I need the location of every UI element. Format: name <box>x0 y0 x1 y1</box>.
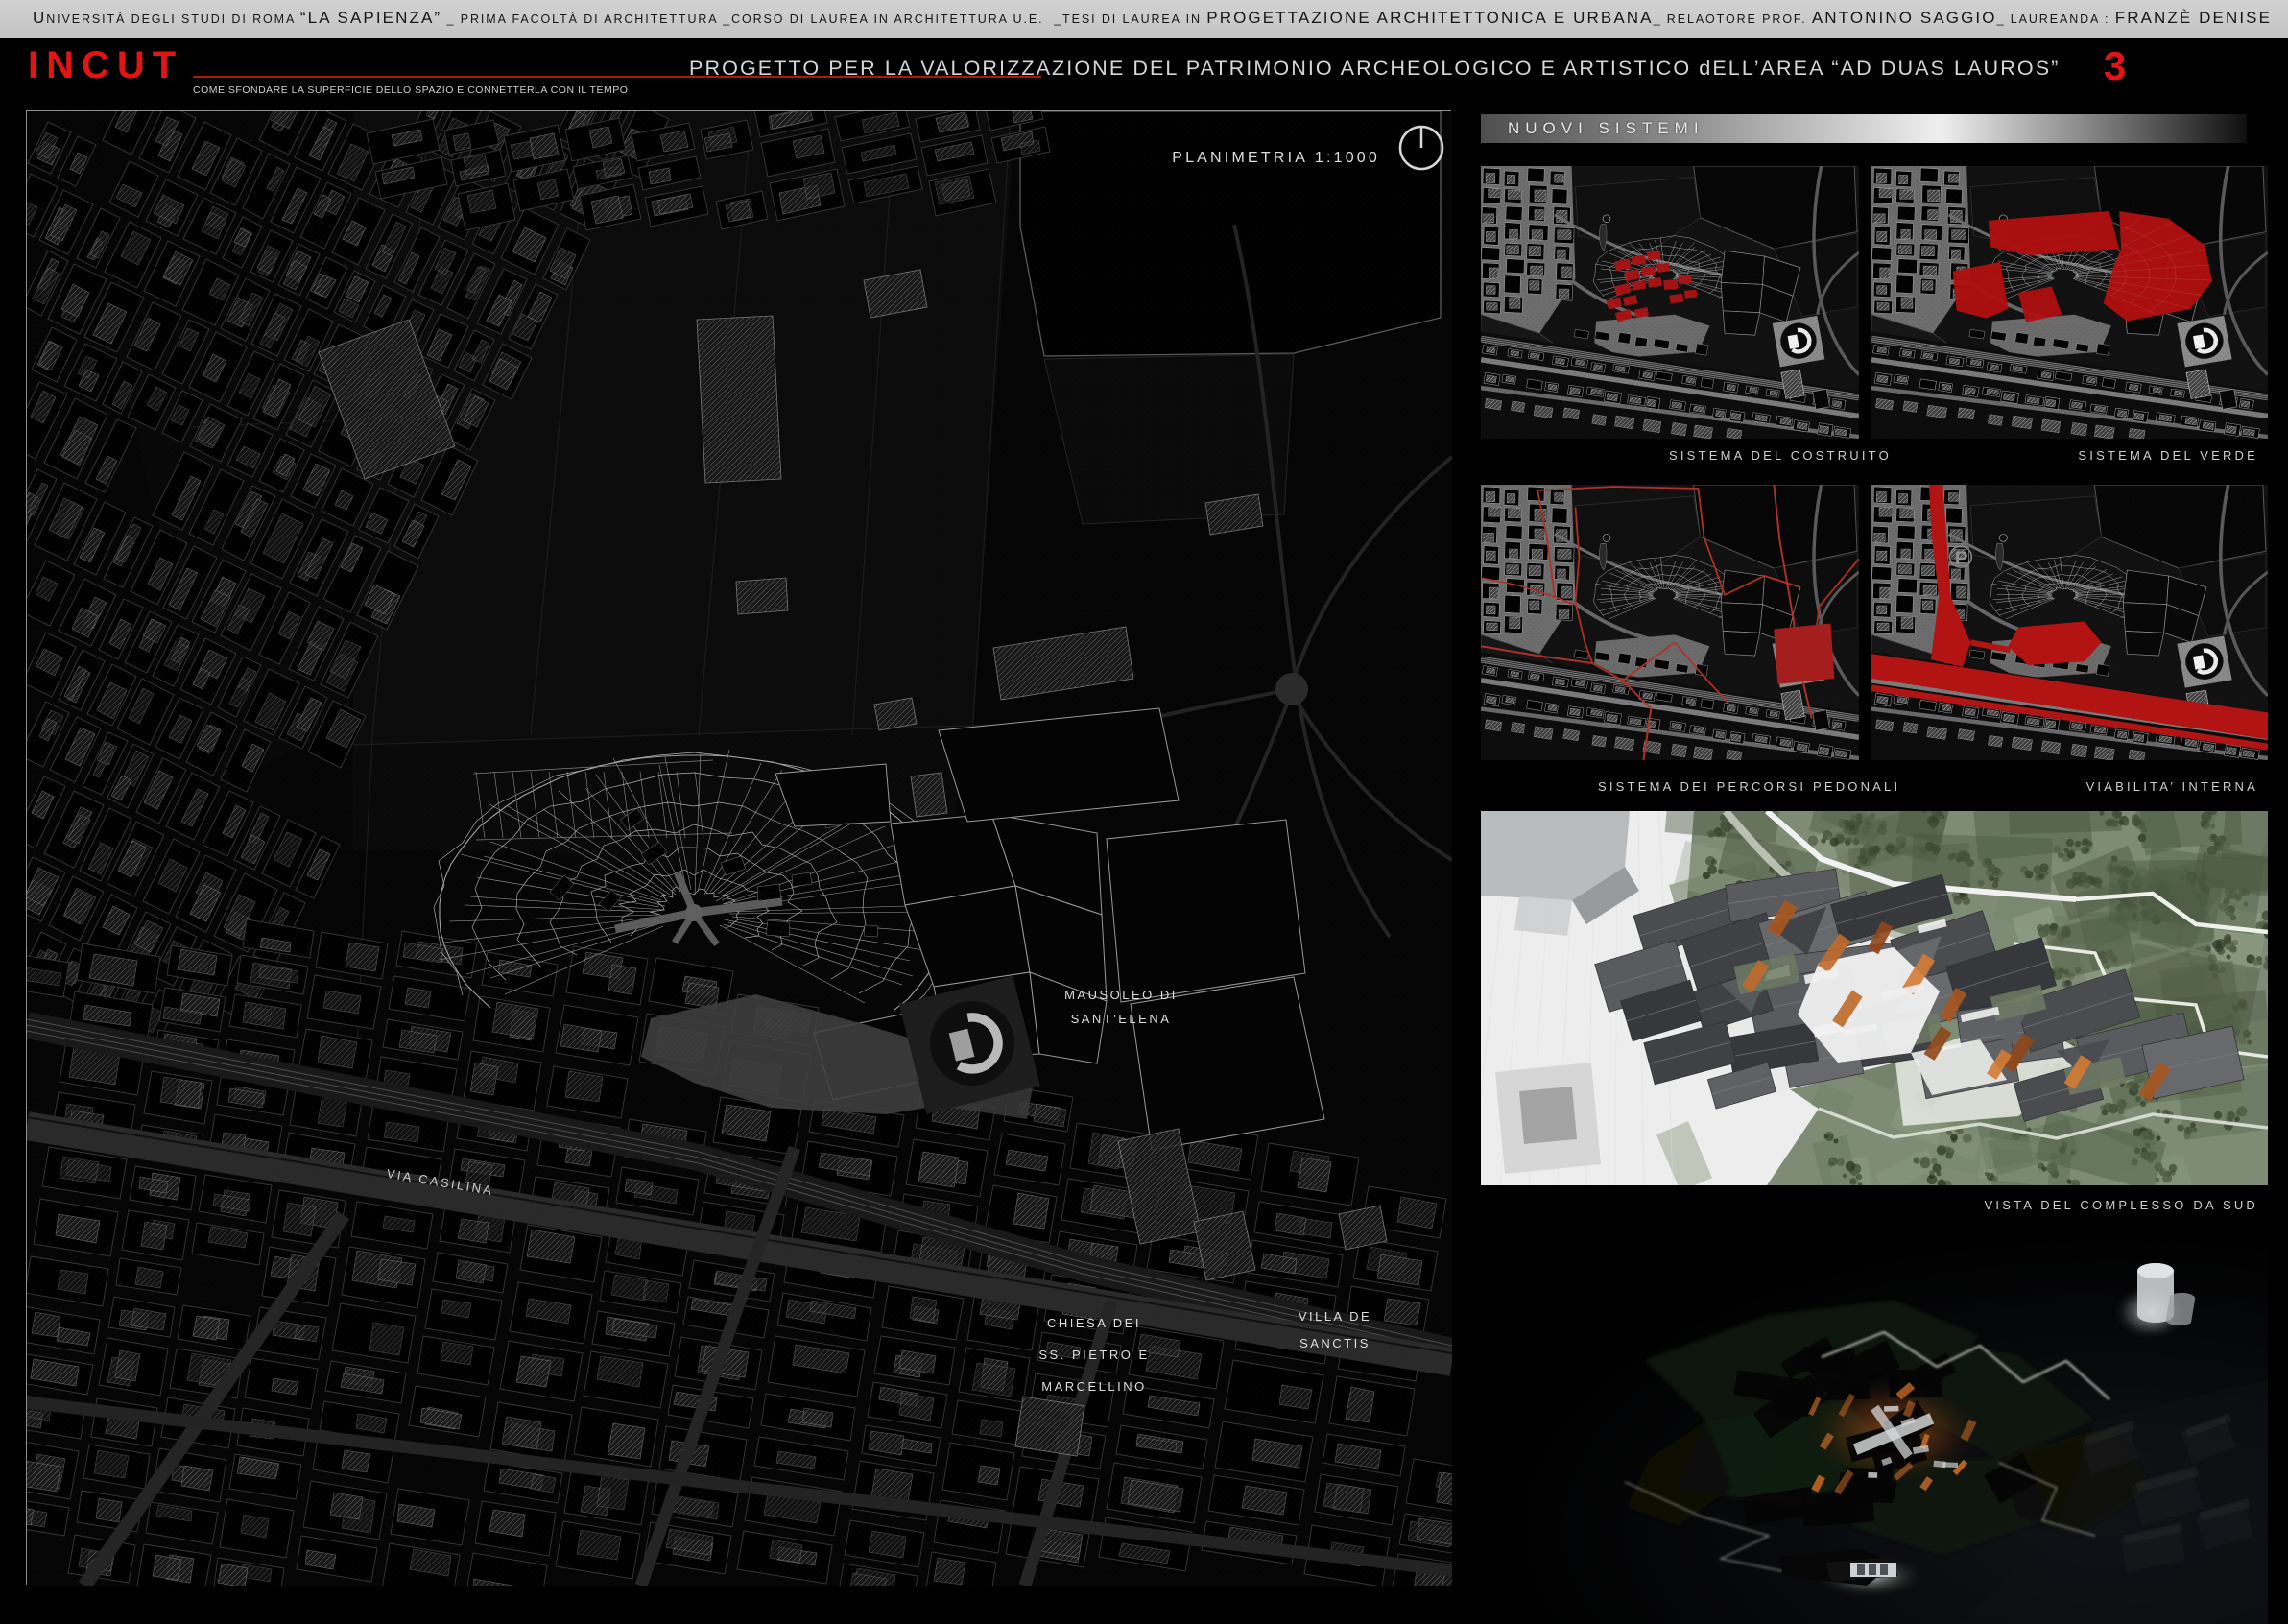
svg-text:SANT'ELENA: SANT'ELENA <box>1071 1012 1172 1026</box>
svg-text:SS. PIETRO E: SS. PIETRO E <box>1038 1348 1149 1362</box>
svg-text:MAUSOLEO DI: MAUSOLEO DI <box>1064 988 1178 1002</box>
svg-text:SANCTIS: SANCTIS <box>1299 1336 1370 1350</box>
svg-text:P: P <box>1955 548 1968 569</box>
svg-text:VILLA DE: VILLA DE <box>1299 1309 1371 1324</box>
svg-text:PLANIMETRIA 1:1000: PLANIMETRIA 1:1000 <box>1172 150 1380 166</box>
svg-text:MARCELLINO: MARCELLINO <box>1041 1379 1147 1394</box>
svg-text:CHIESA DEI: CHIESA DEI <box>1047 1316 1141 1330</box>
